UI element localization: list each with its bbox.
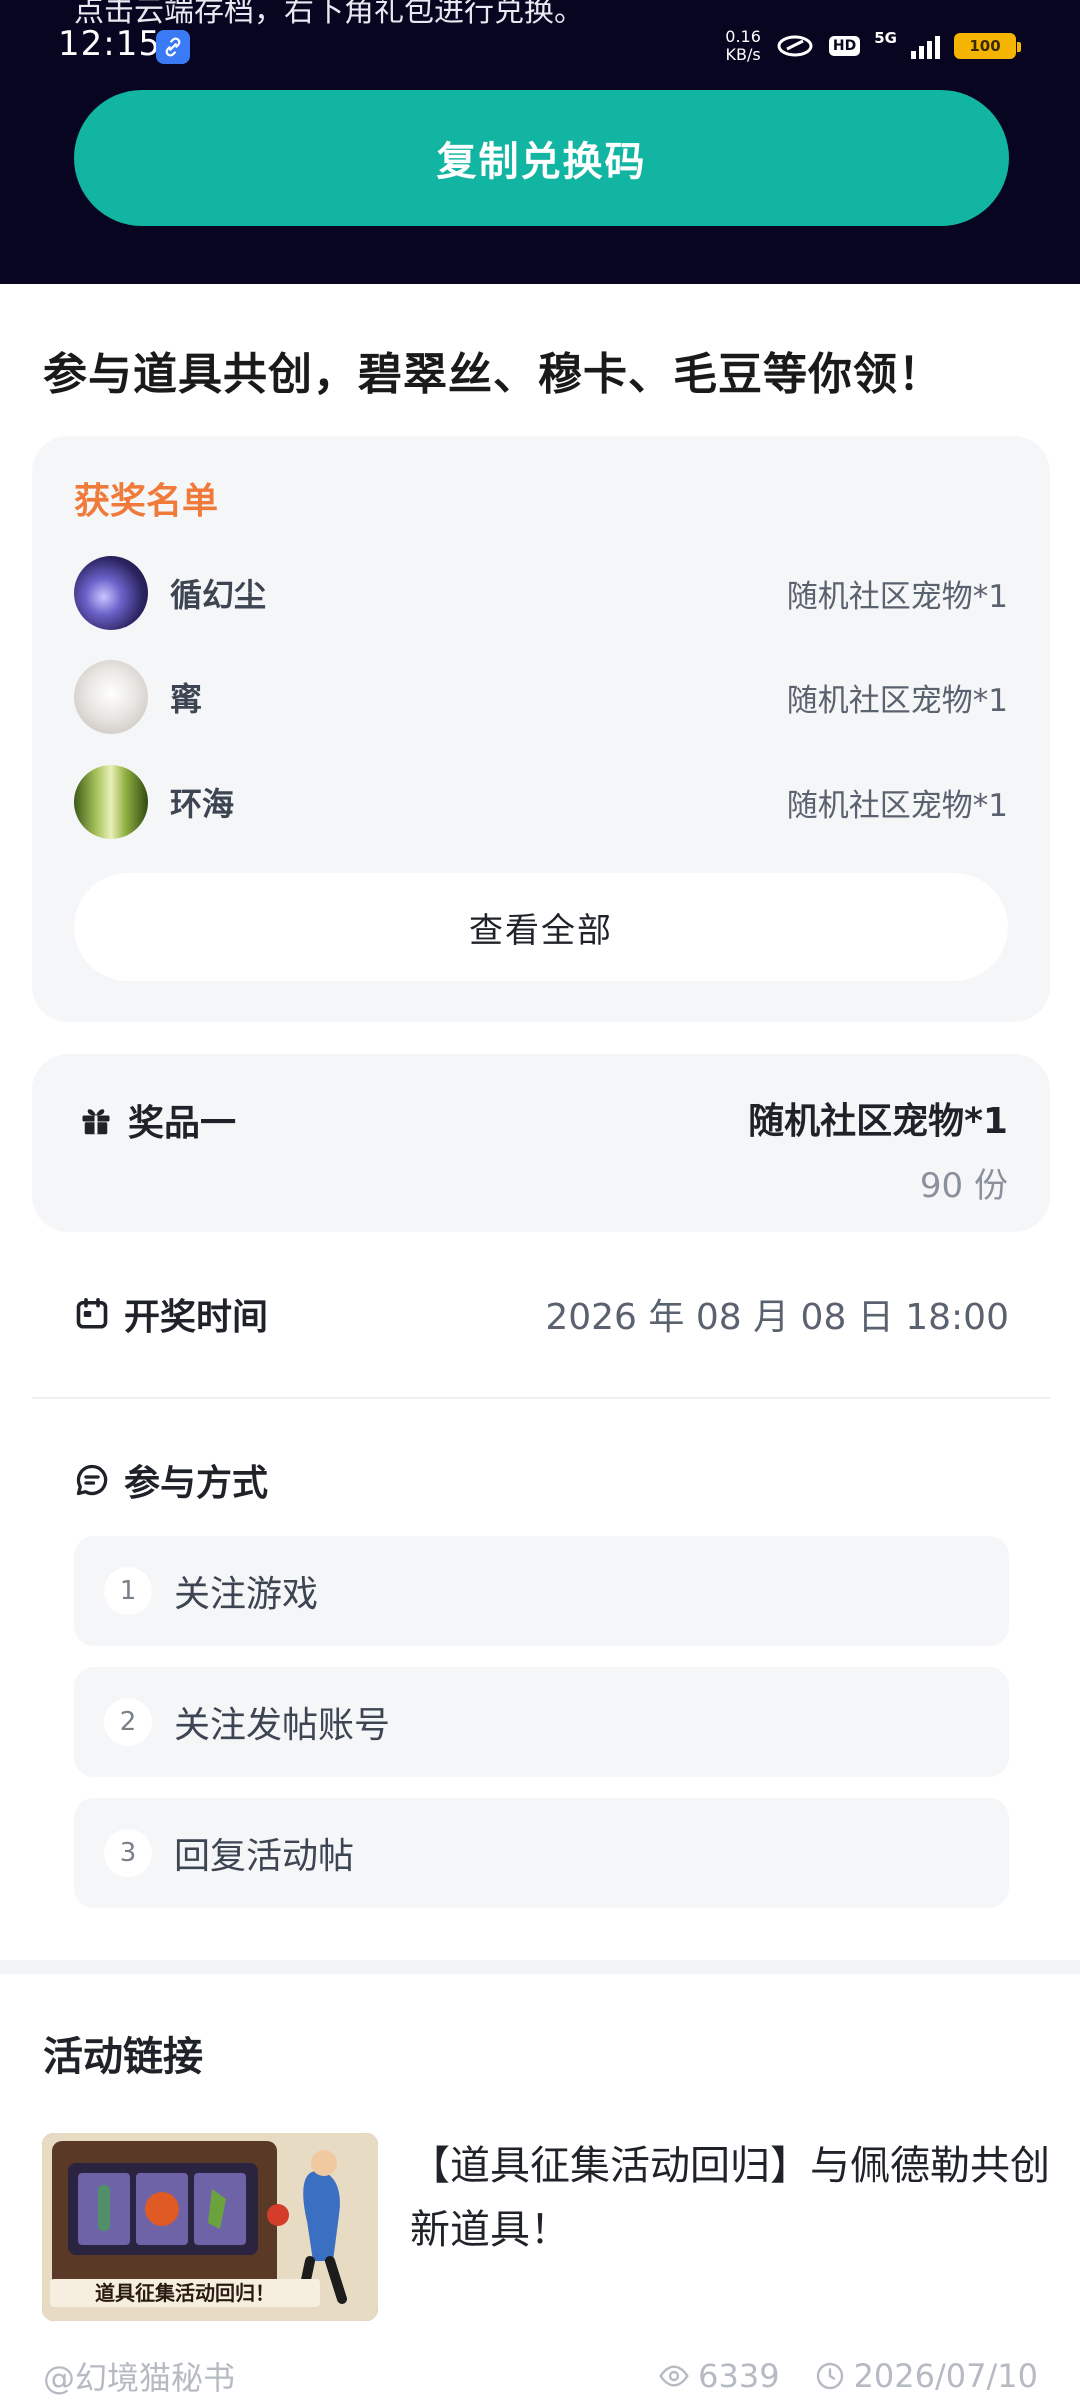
battery-icon: 100 xyxy=(954,33,1021,59)
net-speed-unit: KB/s xyxy=(725,45,761,64)
step-number: 2 xyxy=(104,1698,152,1746)
winner-name: 环海 xyxy=(170,785,235,823)
thumbnail-illustration: 道具征集活动回归！ xyxy=(42,2133,378,2321)
participation-step[interactable]: 2 关注发帖账号 xyxy=(74,1667,1009,1777)
step-text: 关注游戏 xyxy=(174,1574,319,1615)
calendar-icon xyxy=(76,1297,108,1329)
activity-thumbnail[interactable]: 道具征集活动回归！ xyxy=(42,2133,378,2321)
signal-icon xyxy=(911,33,940,59)
winner-name: 寗 xyxy=(170,680,203,718)
winners-card: 获奖名单 循幻尘 随机社区宠物*1 寗 随机社区宠物*1 环海 随机社区宠物*1… xyxy=(32,436,1050,1022)
draw-time-value: 2026 年 08 月 08 日 18:00 xyxy=(545,1297,1009,1338)
prize-name: 随机社区宠物*1 xyxy=(748,1101,1008,1142)
views-stat: 6339 xyxy=(658,2357,780,2395)
winner-name: 循幻尘 xyxy=(170,576,267,614)
prize-card: 奖品一 随机社区宠物*1 90 份 xyxy=(32,1054,1050,1232)
net-speed: 0.16 KB/s xyxy=(725,28,761,64)
winner-row[interactable]: 环海 随机社区宠物*1 xyxy=(74,765,1008,839)
network-type: 5G xyxy=(874,29,897,47)
clock-icon xyxy=(816,2362,843,2390)
winner-prize: 随机社区宠物*1 xyxy=(786,578,1008,615)
top-banner: 点击云端存档，右下角礼包进行兑换。 12:15 0.16 KB/s HD 5G … xyxy=(0,0,1080,284)
participation-step[interactable]: 1 关注游戏 xyxy=(74,1536,1009,1646)
author-name[interactable]: @幻境猫秘书 xyxy=(43,2353,235,2399)
prize-label-group: 奖品一 xyxy=(78,1094,236,1146)
step-text: 回复活动帖 xyxy=(174,1836,355,1877)
participation-title: 参与方式 xyxy=(124,1463,269,1504)
page-title: 参与道具共创，碧翠丝、穆卡、毛豆等你领！ xyxy=(43,349,943,400)
prize-label: 奖品一 xyxy=(128,1103,237,1144)
link-status-icon xyxy=(777,35,813,57)
prize-count: 90 份 xyxy=(919,1166,1008,1206)
date-stat: 2026/07/10 xyxy=(814,2357,1038,2395)
eye-icon xyxy=(659,2365,689,2387)
gift-icon xyxy=(82,1109,110,1135)
winners-title: 获奖名单 xyxy=(74,481,219,522)
copy-code-button[interactable]: 复制兑换码 xyxy=(74,90,1009,226)
post-stats: 6339 2026/07/10 xyxy=(658,2357,1038,2395)
avatar[interactable] xyxy=(74,556,148,630)
status-bar: 12:15 0.16 KB/s HD 5G 100 xyxy=(0,0,1080,84)
avatar[interactable] xyxy=(74,765,148,839)
draw-time-label: 开奖时间 xyxy=(124,1297,269,1338)
link-app-icon xyxy=(156,30,190,64)
thumbnail-caption: 道具征集活动回归！ xyxy=(95,2281,275,2305)
activity-link-title[interactable]: 【道具征集活动回归】与佩德勒共创新道具！ xyxy=(410,2134,1050,2262)
participation-step[interactable]: 3 回复活动帖 xyxy=(74,1798,1009,1908)
prize-info: 随机社区宠物*1 90 份 xyxy=(748,1092,1008,1207)
step-number: 1 xyxy=(104,1567,152,1615)
chat-icon xyxy=(76,1464,108,1496)
activity-links-title: 活动链接 xyxy=(43,2034,203,2080)
winner-row[interactable]: 循幻尘 随机社区宠物*1 xyxy=(74,556,1008,630)
winner-prize: 随机社区宠物*1 xyxy=(786,787,1008,824)
view-all-button[interactable]: 查看全部 xyxy=(74,873,1008,981)
status-time: 12:15 xyxy=(58,24,161,64)
section-divider xyxy=(0,1960,1080,1974)
participation-title-group: 参与方式 xyxy=(74,1454,268,1506)
hd-badge: HD xyxy=(828,36,861,56)
views-count: 6339 xyxy=(698,2357,780,2395)
post-date: 2026/07/10 xyxy=(853,2357,1038,2395)
avatar[interactable] xyxy=(74,660,148,734)
draw-time-row: 开奖时间 2026 年 08 月 08 日 18:00 xyxy=(74,1286,1009,1342)
draw-time-label-group: 开奖时间 xyxy=(74,1288,268,1340)
post-meta: @幻境猫秘书 6339 2026/07/10 xyxy=(43,2352,1038,2400)
step-number: 3 xyxy=(104,1829,152,1877)
step-text: 关注发帖账号 xyxy=(174,1705,391,1746)
status-icons: 0.16 KB/s HD 5G 100 xyxy=(725,24,1021,68)
divider xyxy=(32,1397,1050,1399)
winner-row[interactable]: 寗 随机社区宠物*1 xyxy=(74,660,1008,734)
winner-prize: 随机社区宠物*1 xyxy=(786,682,1008,719)
net-speed-value: 0.16 xyxy=(725,27,761,46)
